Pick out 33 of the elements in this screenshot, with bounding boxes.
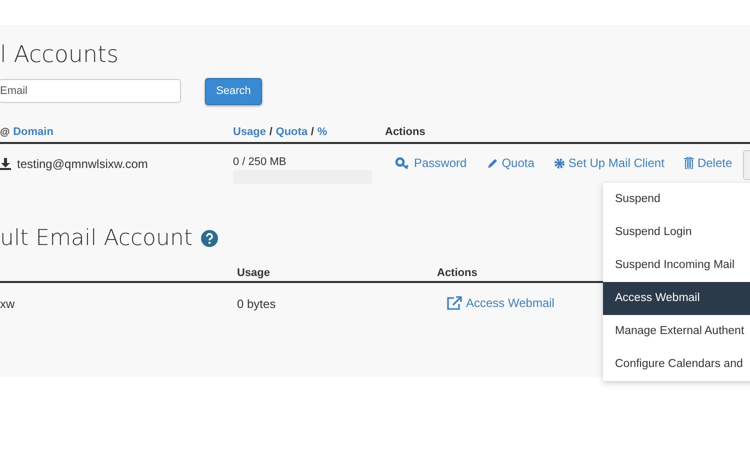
quota-link[interactable]: Quota: [486, 156, 534, 170]
section-title: ult Email Account: [0, 226, 193, 250]
usage-text: 0 bytes: [237, 297, 276, 311]
column-header: Usage: [237, 266, 270, 278]
page-title: l Accounts: [0, 41, 120, 70]
percent-sort-link[interactable]: %: [317, 126, 328, 138]
trash-icon: [684, 157, 694, 169]
external-link-icon: [447, 296, 463, 310]
help-icon[interactable]: [200, 230, 218, 246]
search-field[interactable]: Email: [0, 79, 181, 103]
quota-sort-link[interactable]: Quota: [276, 126, 308, 138]
setup-link[interactable]: Set Up Mail Client: [554, 156, 664, 170]
delete-link[interactable]: Delete: [684, 156, 732, 170]
password-link[interactable]: Password: [395, 156, 467, 170]
account-name: xw: [0, 297, 15, 311]
menu-item[interactable]: Configure Calendars and: [603, 348, 750, 381]
separator: /: [310, 126, 314, 138]
email-address: testing@qmnwlsixw.com: [17, 157, 148, 171]
column-header: Actions: [385, 126, 426, 138]
column-header: Actions: [437, 266, 478, 278]
menu-item[interactable]: Access Webmail: [603, 282, 750, 315]
access-webmail-link[interactable]: Access Webmail: [447, 296, 554, 310]
at-sign: @: [0, 126, 10, 138]
menu-item[interactable]: Suspend: [603, 183, 750, 216]
pencil-icon: [486, 157, 499, 169]
gear-icon: [554, 158, 566, 168]
search-button[interactable]: Search: [205, 78, 262, 104]
usage-text: 0 / 250 MB: [233, 156, 288, 168]
usage-sort-link[interactable]: Usage: [233, 126, 266, 138]
download-icon[interactable]: [0, 158, 11, 170]
key-icon: [395, 157, 411, 169]
separator: /: [269, 126, 272, 138]
domain-sort-link[interactable]: Domain: [13, 126, 54, 138]
